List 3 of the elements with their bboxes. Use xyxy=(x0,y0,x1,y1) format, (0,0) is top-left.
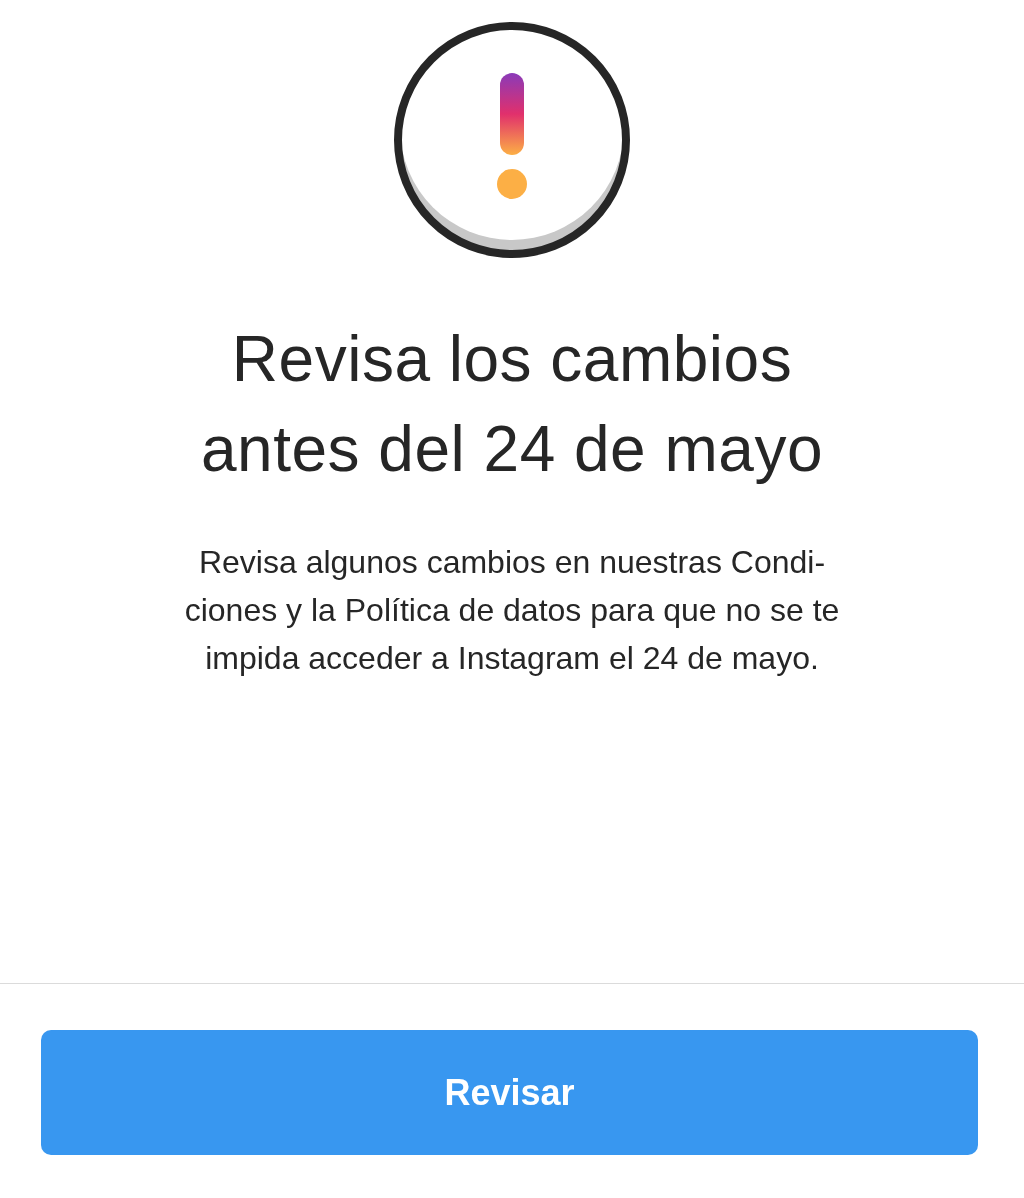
message-text: Revisa algunos cambios en nuestras Condi- ciones y la Política de datos para que no se te impida acceder a Instagram el 24 de mayo. xyxy=(184,543,840,678)
heading: Revisa los cambios antes del 24 de mayo xyxy=(201,322,823,487)
review-button[interactable]: Revisar xyxy=(41,1030,978,1155)
